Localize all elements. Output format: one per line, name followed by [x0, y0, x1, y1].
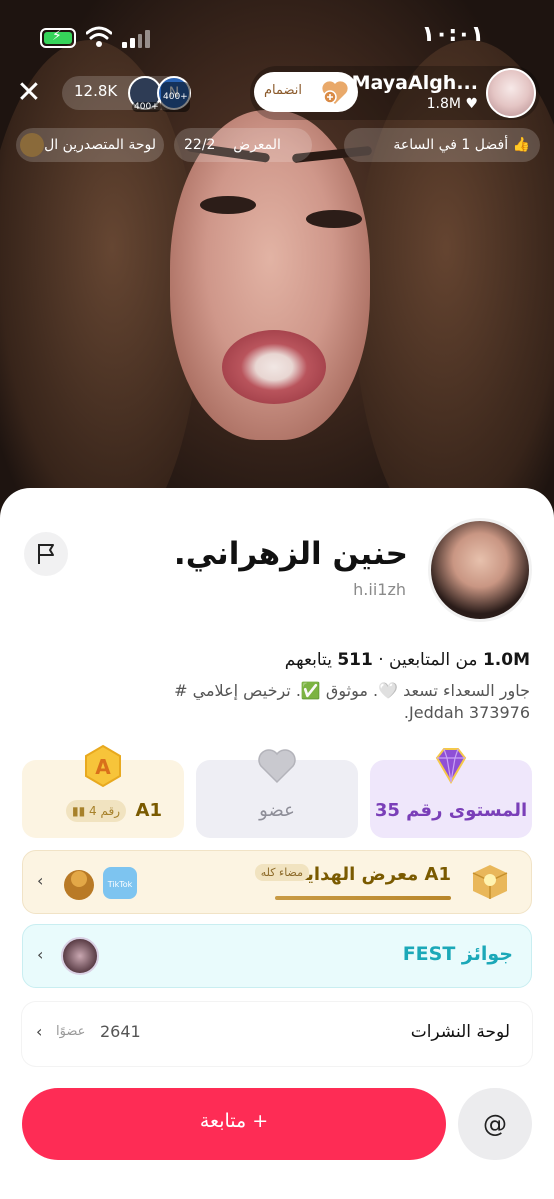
profile-stats: 1.0M من المتابعين · 511 يتابعهم — [284, 650, 530, 670]
eye-left — [200, 196, 256, 214]
profile-bio: جاور السعداء تسعد 🤍. موثوق ✅. ترخيص إعلا… — [174, 681, 530, 722]
fan-board-row[interactable]: لوحة النشرات 2641 عضوًا ‹ — [22, 1002, 532, 1066]
host-name: MayaAlgh... — [351, 72, 478, 94]
profile-handle: h.ii1zh — [353, 580, 406, 599]
mention-button[interactable]: @ — [458, 1088, 532, 1160]
heart-plus-icon — [322, 81, 348, 104]
diamond-icon — [435, 748, 467, 784]
viewer-count: 12.8K — [74, 82, 118, 100]
viewer-avatar[interactable]: N 400+ — [157, 76, 191, 112]
eye-right — [306, 210, 362, 228]
status-bar: ⚡ ١٠:٠١ — [0, 0, 554, 70]
a1-card[interactable]: A A1 ▮▮ رقم 4 — [22, 744, 184, 838]
a-badge-icon: A — [85, 744, 121, 788]
rank-badge: ▮▮ رقم 4 — [66, 800, 127, 822]
heart-icon: ♥ — [465, 96, 478, 112]
svg-text:A: A — [95, 755, 111, 779]
fest-thumbnail — [61, 937, 99, 975]
gift-progress — [275, 896, 451, 900]
flag-icon — [38, 544, 54, 564]
report-button[interactable] — [24, 532, 68, 576]
lips — [222, 330, 326, 404]
hourly-rank-chip[interactable]: 👍 أفضل 1 في الساعة — [344, 128, 540, 162]
viewer-list[interactable]: 12.8K 400+ N 400+ — [62, 76, 191, 112]
host-info[interactable]: MayaAlgh... 1.8M ♥ انضمام — [250, 66, 540, 120]
member-card[interactable]: عضو — [196, 749, 358, 838]
gift-thumbnails: TikTok — [64, 867, 137, 900]
gift-box-icon — [472, 865, 508, 899]
battery-icon: ⚡ — [40, 28, 76, 48]
thumbs-up-icon: 👍 — [512, 137, 530, 153]
fest-awards-row[interactable]: جوائز FEST ‹ — [22, 924, 532, 988]
follow-button[interactable]: + متابعة — [22, 1088, 446, 1160]
join-button[interactable]: انضمام — [254, 72, 358, 112]
gift-tag: مضاء كله — [254, 864, 309, 881]
level-card[interactable]: المستوى رقم 35 — [370, 748, 532, 838]
svg-text:TikTok: TikTok — [107, 880, 133, 889]
badge-cards: المستوى رقم 35 عضو A A1 ▮▮ رقم 4 — [22, 744, 532, 838]
chevron-left-icon: ‹ — [37, 871, 44, 890]
chevron-left-icon: ‹ — [37, 945, 44, 964]
gallery-chip[interactable]: 22/2 المعرض — [174, 128, 312, 162]
leaderboard-chip[interactable]: لوحة المتصدرين ال — [16, 128, 164, 162]
host-likes: 1.8M ♥ — [426, 96, 478, 112]
clock: ١٠:٠١ — [421, 22, 484, 47]
profile-avatar[interactable] — [428, 518, 532, 622]
bar-chart-icon: ▮▮ — [72, 804, 86, 818]
heart-icon — [258, 749, 296, 784]
profile-sheet: حنين الزهراني. h.ii1zh 1.0M من المتابعين… — [0, 488, 554, 1199]
host-avatar[interactable] — [486, 68, 536, 118]
profile-name: حنين الزهراني. — [173, 536, 408, 572]
chevron-left-icon: ‹ — [36, 1022, 43, 1041]
gift-gallery-row[interactable]: A1 معرض الهدايا مضاء كله TikTok ‹ — [22, 850, 532, 914]
live-chips: لوحة المتصدرين ال 22/2 المعرض 👍 أفضل 1 ف… — [16, 128, 540, 162]
eagle-icon — [20, 133, 44, 157]
wifi-icon — [86, 26, 112, 47]
close-icon[interactable]: ✕ — [14, 78, 44, 108]
signal-icon — [122, 28, 150, 48]
